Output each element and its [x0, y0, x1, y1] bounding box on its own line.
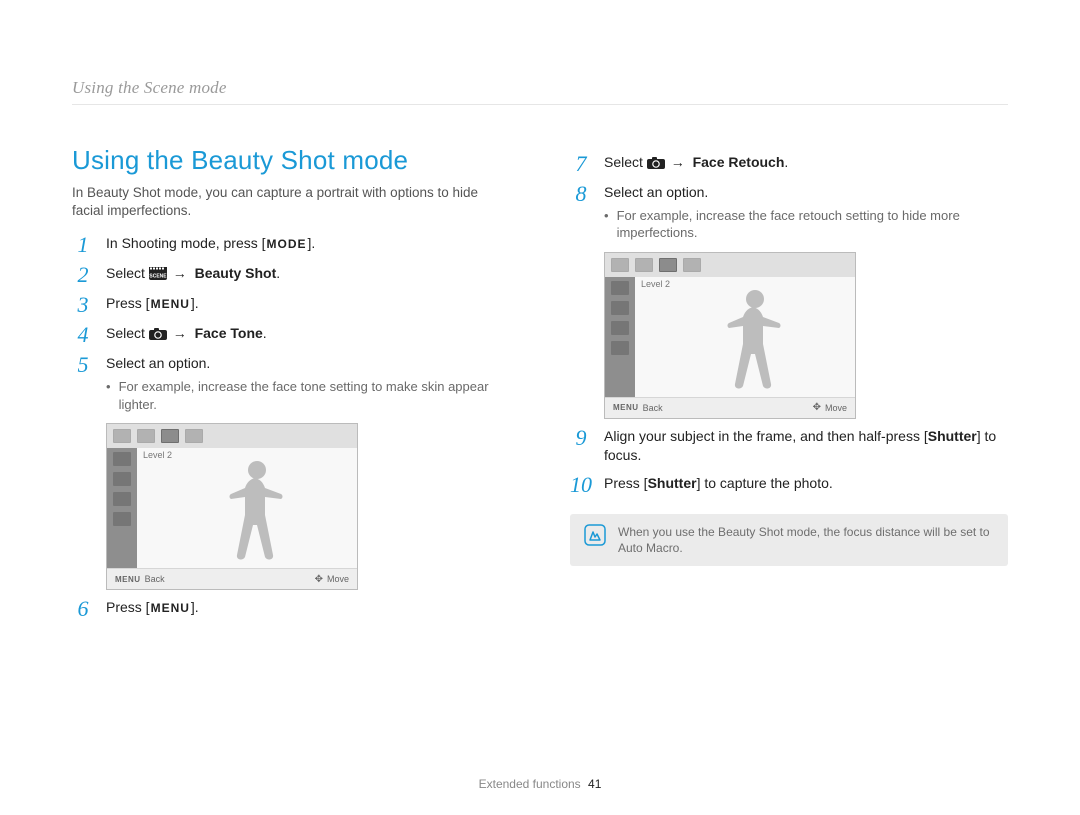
step-4: Select → Face Tone. [106, 324, 510, 346]
left-column: Using the Beauty Shot mode In Beauty Sho… [72, 145, 510, 626]
mode-key: MODE [266, 236, 308, 253]
step-number: 7 [570, 153, 592, 175]
lcd-side-icon [611, 281, 629, 295]
step-number: 5 [72, 354, 94, 413]
lcd-tab [635, 258, 653, 272]
lcd-tabs [605, 253, 855, 277]
lcd-tab [683, 258, 701, 272]
camera-icon [149, 327, 167, 341]
step-number: 10 [570, 474, 592, 496]
step-9: Align your subject in the frame, and the… [604, 427, 1008, 466]
lcd-back-key: MENU [115, 575, 141, 584]
step-3: Press [MENU]. [106, 294, 510, 316]
step-6: Press [MENU]. [106, 598, 510, 620]
note-text: When you use the Beauty Shot mode, the f… [618, 524, 994, 556]
lcd-side-icon [113, 492, 131, 506]
right-column: 7 Select → Face Retouch. 8 Select an opt… [570, 145, 1008, 626]
lcd-side-icon [113, 512, 131, 526]
step-number: 1 [72, 234, 94, 256]
step-7: Select → Face Retouch. [604, 153, 1008, 175]
camera-icon [647, 156, 665, 170]
lcd-side-icon [113, 452, 131, 466]
page-footer: Extended functions 41 [0, 777, 1080, 791]
lcd-tab [137, 429, 155, 443]
person-silhouette-icon [713, 285, 793, 400]
step-5: Select an option. For example, increase … [106, 354, 510, 413]
breadcrumb: Using the Scene mode [72, 78, 1008, 105]
info-icon [584, 524, 606, 556]
step-10: Press [Shutter] to capture the photo. [604, 474, 1008, 496]
arrow-icon: → [671, 154, 685, 170]
step-number: 6 [72, 598, 94, 620]
lcd-tab [611, 258, 629, 272]
lcd-sidebar [605, 277, 635, 397]
step-number: 3 [72, 294, 94, 316]
lcd-move-label: Move [825, 403, 847, 413]
lcd-tabs [107, 424, 357, 448]
menu-key: MENU [150, 600, 191, 617]
lcd-tab [113, 429, 131, 443]
lcd-tab [185, 429, 203, 443]
footer-section: Extended functions [479, 777, 581, 791]
step-1: In Shooting mode, press [MODE]. [106, 234, 510, 256]
lcd-tab-selected [659, 258, 677, 272]
person-silhouette-icon [215, 456, 295, 571]
lcd-level-label: Level 2 [143, 450, 172, 460]
scene-icon: SCENE [149, 267, 167, 281]
lcd-back-label: Back [145, 574, 165, 584]
lcd-side-icon [611, 341, 629, 355]
lcd-preview-face-tone: Level 2 MENU Back ✥ Move [106, 423, 358, 590]
menu-key: MENU [150, 296, 191, 313]
section-title: Using the Beauty Shot mode [72, 145, 510, 176]
footer-page-number: 41 [588, 777, 601, 791]
lcd-side-icon [611, 301, 629, 315]
lcd-level-label: Level 2 [641, 279, 670, 289]
step-8-sub: For example, increase the face retouch s… [617, 207, 1008, 242]
arrow-icon: → [173, 325, 187, 341]
lcd-side-icon [113, 472, 131, 486]
note-box: When you use the Beauty Shot mode, the f… [570, 514, 1008, 566]
lcd-back-label: Back [643, 403, 663, 413]
step-number: 9 [570, 427, 592, 466]
lcd-preview-face-retouch: Level 2 MENU Back ✥ Move [604, 252, 856, 419]
step-number: 8 [570, 183, 592, 242]
lcd-back-key: MENU [613, 403, 639, 412]
move-arrows-icon: ✥ [813, 402, 821, 413]
step-number: 4 [72, 324, 94, 346]
step-2: Select SCENE → Beauty Shot. [106, 264, 510, 286]
move-arrows-icon: ✥ [315, 574, 323, 585]
step-number: 2 [72, 264, 94, 286]
lcd-tab-selected [161, 429, 179, 443]
lcd-move-label: Move [327, 574, 349, 584]
step-5-sub: For example, increase the face tone sett… [119, 378, 510, 413]
step-8: Select an option. For example, increase … [604, 183, 1008, 242]
lcd-sidebar [107, 448, 137, 568]
section-intro: In Beauty Shot mode, you can capture a p… [72, 184, 510, 220]
arrow-icon: → [173, 265, 187, 281]
lcd-side-icon [611, 321, 629, 335]
svg-text:SCENE: SCENE [149, 274, 167, 280]
